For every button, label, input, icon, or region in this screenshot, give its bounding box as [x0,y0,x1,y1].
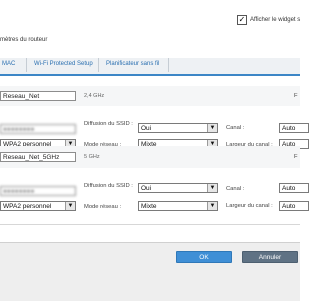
network-mode-value: Mixte [141,203,157,210]
header-area [0,0,300,56]
chevron-down-icon: ▼ [207,202,217,210]
ssid-broadcast-label: Diffusion du SSID : [84,121,133,127]
chevron-down-icon: ▼ [65,202,75,210]
frequency-label: 2,4 GHz [84,93,105,99]
tab-strip: MAC Wi-Fi Protected Setup Planificateur … [0,58,300,76]
network-mode-select[interactable]: Mixte ▼ [138,201,218,211]
frequency-label: 5 GHz [84,154,100,160]
tab-wps[interactable]: Wi-Fi Protected Setup [34,61,93,67]
tab-wireless-scheduler[interactable]: Planificateur sans fil [106,61,159,67]
show-widget-label: Afficher le widget s [250,17,301,23]
chevron-down-icon: ▼ [207,124,217,132]
channel-value: Auto [282,125,296,132]
tab-separator [26,58,27,72]
channel-select[interactable]: Auto [279,123,309,133]
tab-mac[interactable]: MAC [2,61,15,67]
password-field[interactable]: ●●●●●●●● [0,124,76,134]
ssid-broadcast-select[interactable]: Oui ▼ [138,183,218,193]
password-field[interactable]: ●●●●●●●● [0,186,76,196]
show-widget-checkbox[interactable]: ✓ [237,15,247,25]
band-divider [0,224,300,225]
ssid-broadcast-value: Oui [141,185,152,192]
right-label: F [294,93,298,99]
network-name-field[interactable]: Reseau_Net [0,91,76,101]
section-title: mètres du routeur [0,37,48,43]
ok-button[interactable]: OK [176,251,232,263]
checkmark-icon: ✓ [238,15,246,24]
ssid-broadcast-label: Diffusion du SSID : [84,183,133,189]
channel-select[interactable]: Auto [279,183,309,193]
channel-width-value: Auto [282,203,296,210]
network-mode-label: Mode réseau : [84,204,122,210]
ssid-broadcast-select[interactable]: Oui ▼ [138,123,218,133]
chevron-down-icon: ▼ [207,184,217,192]
ssid-broadcast-value: Oui [141,125,152,132]
network-name-field[interactable]: Reseau_Net_5GHz [0,152,76,162]
cancel-button[interactable]: Annuler [242,251,298,263]
channel-label: Canal : [226,125,245,131]
channel-width-label: Largeur du canal : [226,203,273,209]
show-widget-option[interactable]: ✓ Afficher le widget s [237,15,300,25]
security-mode-value: WPA2 personnel [3,203,52,210]
right-label: F [294,154,298,160]
channel-width-select[interactable]: Auto [279,201,309,211]
tab-separator [168,58,169,72]
channel-label: Canal : [226,186,245,192]
channel-value: Auto [282,185,296,192]
security-mode-select[interactable]: WPA2 personnel ▼ [0,201,76,211]
tab-separator [98,58,99,72]
